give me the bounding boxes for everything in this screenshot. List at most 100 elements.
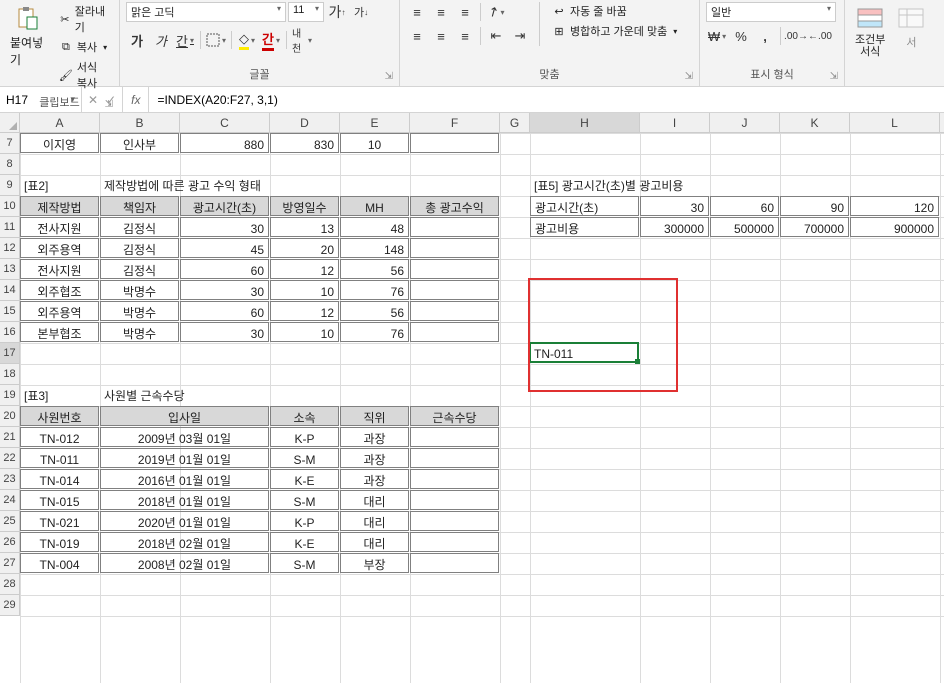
font-dialog-launcher[interactable]: ⇲ <box>385 71 393 82</box>
cell[interactable]: K-P <box>270 511 339 531</box>
column-header-H[interactable]: H <box>530 113 640 132</box>
cell[interactable]: 10 <box>270 322 339 342</box>
cell[interactable]: TN-014 <box>20 469 99 489</box>
row-header-20[interactable]: 20 <box>0 406 19 427</box>
row-header-26[interactable]: 26 <box>0 532 19 553</box>
row-header-25[interactable]: 25 <box>0 511 19 532</box>
cell[interactable]: TN-021 <box>20 511 99 531</box>
decrease-indent-button[interactable]: ⇤ <box>485 26 507 46</box>
decrease-decimal-button[interactable]: ←.00 <box>809 26 831 46</box>
cell[interactable] <box>410 259 499 279</box>
cell[interactable]: TN-011 <box>20 448 99 468</box>
cell[interactable]: 김정식 <box>100 217 179 237</box>
column-header-C[interactable]: C <box>180 113 270 132</box>
cell[interactable]: 500000 <box>710 217 779 237</box>
increase-indent-button[interactable]: ⇥ <box>509 26 531 46</box>
cell[interactable]: TN-019 <box>20 532 99 552</box>
cell[interactable]: [표5] 광고시간(초)별 광고비용 <box>530 175 939 195</box>
cell[interactable]: S-M <box>270 448 339 468</box>
font-name-select[interactable]: 맑은 고딕▾ <box>126 2 286 22</box>
cell[interactable]: 김정식 <box>100 238 179 258</box>
cell[interactable]: TN-015 <box>20 490 99 510</box>
bold-button[interactable]: 가 <box>126 30 148 50</box>
cell[interactable]: TN-004 <box>20 553 99 573</box>
cell[interactable]: 전사지원 <box>20 259 99 279</box>
row-header-9[interactable]: 9 <box>0 175 19 196</box>
cell[interactable]: [표3] <box>20 385 99 405</box>
accounting-format-button[interactable]: ₩ <box>706 26 728 46</box>
cell[interactable]: 880 <box>180 133 269 153</box>
cell[interactable]: 60 <box>180 259 269 279</box>
cell[interactable] <box>410 301 499 321</box>
paste-button[interactable]: 붙여넣기 <box>6 2 51 70</box>
format-as-table-button[interactable]: 서 <box>893 2 929 52</box>
cell[interactable]: 방영일수 <box>270 196 339 216</box>
cell[interactable]: 광고시간(초) <box>180 196 269 216</box>
cell[interactable]: 2018년 01월 01일 <box>100 490 269 510</box>
row-header-28[interactable]: 28 <box>0 574 19 595</box>
cell[interactable] <box>410 322 499 342</box>
row-headers[interactable]: 7891011121314151617181920212223242526272… <box>0 133 20 616</box>
cell[interactable]: K-P <box>270 427 339 447</box>
row-header-17[interactable]: 17 <box>0 343 19 364</box>
cell[interactable]: 과장 <box>340 469 409 489</box>
cell[interactable] <box>410 133 499 153</box>
cell[interactable] <box>410 511 499 531</box>
cell[interactable]: 대리 <box>340 490 409 510</box>
row-header-8[interactable]: 8 <box>0 154 19 175</box>
cell[interactable]: MH <box>340 196 409 216</box>
decrease-font-button[interactable]: 가↓ <box>350 2 372 22</box>
cell[interactable]: 인사부 <box>100 133 179 153</box>
row-header-15[interactable]: 15 <box>0 301 19 322</box>
cell[interactable]: 20 <box>270 238 339 258</box>
cell[interactable]: 56 <box>340 301 409 321</box>
cell[interactable]: 박명수 <box>100 322 179 342</box>
formula-input[interactable] <box>149 87 944 112</box>
cell[interactable] <box>410 427 499 447</box>
row-header-10[interactable]: 10 <box>0 196 19 217</box>
cell[interactable]: 2016년 01월 01일 <box>100 469 269 489</box>
cell[interactable]: 대리 <box>340 511 409 531</box>
cell[interactable]: 76 <box>340 280 409 300</box>
cell[interactable]: 광고비용 <box>530 217 639 237</box>
wrap-text-button[interactable]: ↩자동 줄 바꿈 <box>548 2 681 20</box>
column-header-A[interactable]: A <box>20 113 100 132</box>
cell[interactable]: 60 <box>710 196 779 216</box>
insert-function-button[interactable]: fx <box>123 87 149 112</box>
cell[interactable]: 외주용역 <box>20 301 99 321</box>
cell[interactable]: 10 <box>270 280 339 300</box>
cell[interactable] <box>410 553 499 573</box>
column-header-J[interactable]: J <box>710 113 780 132</box>
font-color-button[interactable]: 간 <box>260 30 282 50</box>
column-header-G[interactable]: G <box>500 113 530 132</box>
row-header-18[interactable]: 18 <box>0 364 19 385</box>
underline-button[interactable]: 간 <box>174 30 196 50</box>
cell[interactable]: 대리 <box>340 532 409 552</box>
cell[interactable]: 박명수 <box>100 301 179 321</box>
percent-button[interactable]: % <box>730 26 752 46</box>
cell[interactable]: 2008년 02월 01일 <box>100 553 269 573</box>
cell[interactable]: 김정식 <box>100 259 179 279</box>
cell[interactable] <box>410 469 499 489</box>
border-button[interactable] <box>205 30 227 50</box>
cell[interactable]: 700000 <box>780 217 849 237</box>
number-format-select[interactable]: 일반▾ <box>706 2 836 22</box>
align-middle-button[interactable]: ≡ <box>430 2 452 22</box>
cell[interactable]: 총 광고수익 <box>410 196 499 216</box>
row-header-13[interactable]: 13 <box>0 259 19 280</box>
cell[interactable]: 2019년 01월 01일 <box>100 448 269 468</box>
alignment-dialog-launcher[interactable]: ⇲ <box>685 71 693 82</box>
cell[interactable]: 30 <box>180 322 269 342</box>
cell[interactable] <box>410 532 499 552</box>
column-header-F[interactable]: F <box>410 113 500 132</box>
cell[interactable]: 본부협조 <box>20 322 99 342</box>
cell[interactable]: 제작방법 <box>20 196 99 216</box>
cell[interactable]: 직위 <box>340 406 409 426</box>
cell[interactable]: 12 <box>270 259 339 279</box>
cells-area[interactable]: 이지영인사부88083010[표2]제작방법에 따른 광고 수익 형태제작방법책… <box>20 133 944 683</box>
align-right-button[interactable]: ≡ <box>454 26 476 46</box>
cell[interactable] <box>410 448 499 468</box>
column-header-B[interactable]: B <box>100 113 180 132</box>
align-center-button[interactable]: ≡ <box>430 26 452 46</box>
phonetic-button[interactable]: 내천 <box>291 30 313 50</box>
